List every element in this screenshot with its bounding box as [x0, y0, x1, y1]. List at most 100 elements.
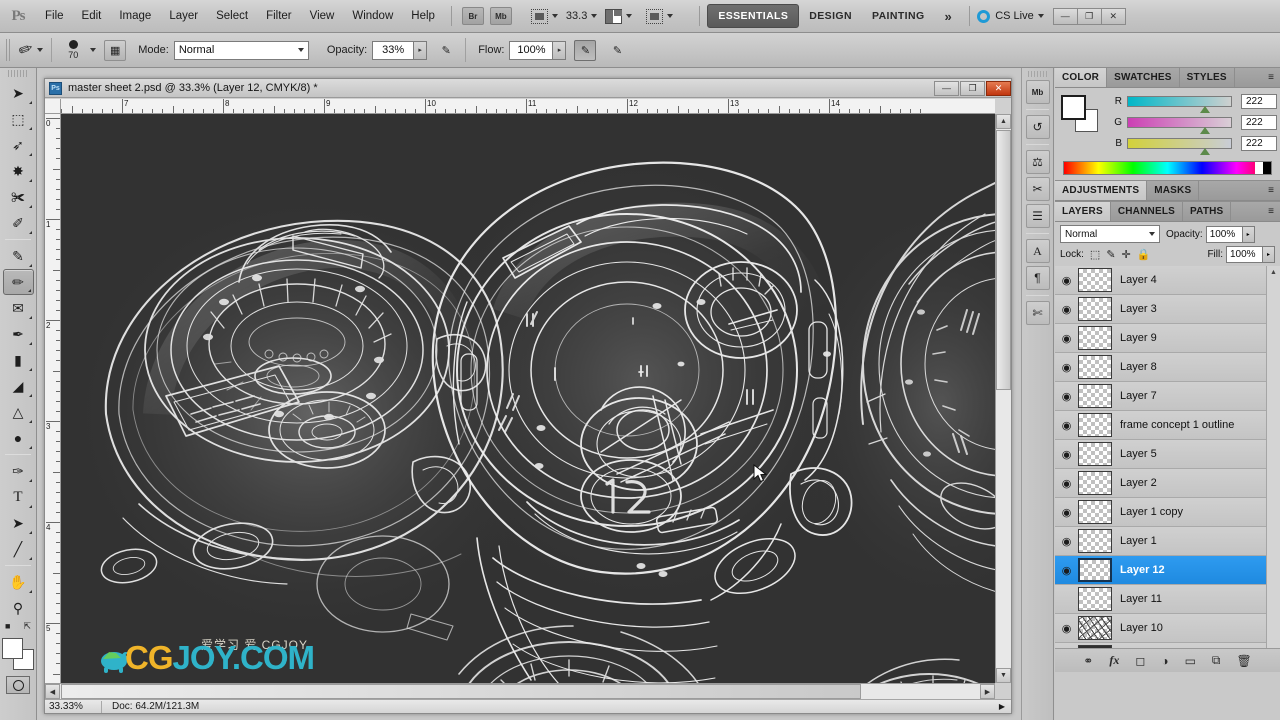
layer-thumbnail[interactable] — [1078, 616, 1112, 640]
layer-name[interactable]: Layer 1 copy — [1120, 506, 1183, 518]
paint-bucket-tool[interactable]: ◢ — [3, 373, 34, 399]
flow-input[interactable]: 100% — [509, 40, 554, 60]
layer-visibility-toggle-icon[interactable]: ◉ — [1055, 332, 1078, 345]
layer-visibility-toggle-icon[interactable]: ◉ — [1055, 274, 1078, 287]
layer-row[interactable]: ◉ frame concept 1 outline — [1055, 411, 1280, 440]
opacity-spinner[interactable]: ▸ — [414, 40, 428, 60]
layer-row[interactable]: ◉ Layer 7 — [1055, 382, 1280, 411]
layer-thumbnail[interactable] — [1078, 529, 1112, 553]
arrange-documents-control[interactable] — [597, 8, 633, 24]
screen-mode-control[interactable] — [636, 8, 674, 24]
foreground-color-swatch[interactable] — [2, 638, 23, 659]
slider-knob-r[interactable] — [1200, 106, 1210, 113]
opacity-control[interactable]: 33% ▸ — [372, 40, 428, 60]
scroll-right-arrow-icon[interactable]: ▶ — [980, 684, 995, 699]
canvas-horizontal-scrollbar[interactable]: ◀ ▶ — [45, 683, 995, 699]
tab-swatches[interactable]: SWATCHES — [1107, 68, 1180, 87]
layer-row[interactable]: ◉ Layer 4 — [1055, 266, 1280, 295]
layer-thumbnail[interactable] — [1078, 384, 1112, 408]
eraser-tool[interactable]: ▮ — [3, 347, 34, 373]
tab-paths[interactable]: PATHS — [1183, 202, 1232, 221]
blur-tool[interactable]: △ — [3, 399, 34, 425]
scroll-up-arrow-icon[interactable]: ▲ — [996, 114, 1011, 129]
dock-grip[interactable] — [1028, 71, 1047, 77]
layer-name[interactable]: Layer 1 — [1120, 535, 1157, 547]
layer-visibility-toggle-icon[interactable]: ◉ — [1055, 622, 1078, 635]
document-restore-button[interactable]: ❐ — [960, 80, 985, 96]
tab-styles[interactable]: STYLES — [1180, 68, 1235, 87]
path-selection-tool[interactable]: ➤ — [3, 510, 34, 536]
tool-presets-icon[interactable]: ✄ — [1025, 301, 1050, 325]
options-bar-grip[interactable] — [6, 39, 11, 61]
adjustments-panel-icon[interactable]: ⚖ — [1025, 150, 1050, 174]
color-spectrum-ramp[interactable] — [1063, 161, 1272, 175]
layer-name[interactable]: Layer 7 — [1120, 390, 1157, 402]
tablet-pressure-size-icon[interactable]: ✎ — [606, 40, 628, 61]
vertical-ruler[interactable]: 0 1 2 3 4 5 — [45, 114, 61, 683]
lock-position-icon[interactable]: ✛ — [1122, 248, 1131, 261]
app-minimize-button[interactable]: — — [1052, 7, 1078, 25]
layer-row[interactable]: Layer 11 — [1055, 585, 1280, 614]
lasso-tool[interactable]: ➶ — [3, 132, 34, 158]
workspace-tab-painting[interactable]: PAINTING — [862, 5, 935, 27]
layer-row[interactable]: ◉ Layer 2 — [1055, 469, 1280, 498]
layer-visibility-toggle-icon[interactable]: ◉ — [1055, 564, 1078, 577]
canvas-vertical-scrollbar[interactable]: ▲ ▼ — [995, 114, 1011, 683]
view-extras-control[interactable] — [521, 8, 558, 24]
workspace-tab-essentials[interactable]: ESSENTIALS — [707, 4, 800, 28]
new-fill-adjustment-layer-icon[interactable]: ◑ — [1161, 654, 1168, 668]
layer-name[interactable]: Layer 3 — [1120, 303, 1157, 315]
lock-transparent-pixels-icon[interactable]: ⬚ — [1090, 248, 1100, 261]
layer-visibility-toggle-icon[interactable]: ◉ — [1055, 506, 1078, 519]
toggle-brush-panel-button[interactable]: ▦ — [104, 39, 127, 61]
history-brush-tool[interactable]: ✒ — [3, 321, 34, 347]
dodge-tool[interactable]: ● — [3, 425, 34, 451]
crop-tool[interactable]: ✀ — [3, 184, 34, 210]
layer-row[interactable]: ◉ Layer 8 — [1055, 353, 1280, 382]
layer-row[interactable]: ◉ Layer 1 copy — [1055, 498, 1280, 527]
layer-visibility-toggle-icon[interactable]: ◉ — [1055, 535, 1078, 548]
new-group-icon[interactable]: ▭ — [1185, 654, 1196, 668]
layer-name[interactable]: Layer 8 — [1120, 361, 1157, 373]
vertical-scroll-thumb[interactable] — [996, 130, 1011, 390]
menu-window[interactable]: Window — [343, 6, 402, 26]
tab-color[interactable]: COLOR — [1055, 68, 1108, 87]
tools-panel-grip[interactable] — [8, 70, 28, 77]
layer-opacity-spinner[interactable]: ▸ — [1242, 225, 1255, 243]
layer-fill-spinner[interactable]: ▸ — [1263, 246, 1275, 263]
brush-preset-picker[interactable]: ✏ — [16, 38, 44, 61]
flow-control[interactable]: 100% ▸ — [509, 40, 567, 60]
layer-blend-mode-select[interactable]: Normal — [1060, 225, 1160, 243]
horizontal-type-tool[interactable]: T — [3, 484, 34, 510]
layer-thumbnail[interactable] — [1078, 413, 1112, 437]
workspace-overflow-icon[interactable]: » — [935, 4, 963, 29]
blend-mode-select[interactable]: Normal — [173, 40, 309, 60]
layer-thumbnail[interactable] — [1078, 268, 1112, 292]
eyedropper-tool[interactable]: ✐ — [3, 210, 34, 236]
color-panel-menu-icon[interactable]: ≡ — [1262, 68, 1280, 87]
color-panel-foreground-swatch[interactable] — [1061, 95, 1086, 120]
slider-value-b[interactable]: 222 — [1241, 136, 1277, 151]
layer-comps-icon[interactable]: ☰ — [1025, 204, 1050, 228]
color-panel-swatches[interactable] — [1061, 95, 1103, 132]
app-close-button[interactable]: ✕ — [1100, 7, 1126, 25]
foreground-background-colors[interactable] — [2, 638, 34, 670]
history-panel-icon[interactable]: ↺ — [1025, 115, 1050, 139]
menu-image[interactable]: Image — [110, 6, 160, 26]
layer-visibility-toggle-icon[interactable]: ◉ — [1055, 448, 1078, 461]
layer-thumbnail[interactable] — [1078, 558, 1112, 582]
app-restore-button[interactable]: ❐ — [1076, 7, 1102, 25]
layers-list-scrollbar[interactable]: ▲▼ — [1266, 266, 1280, 672]
link-layers-icon[interactable]: ⚭ — [1083, 654, 1093, 668]
layer-row[interactable]: ◉ Layer 9 — [1055, 324, 1280, 353]
menu-layer[interactable]: Layer — [160, 6, 207, 26]
layer-row[interactable]: ◉ Layer 12 — [1055, 556, 1280, 585]
layer-row[interactable]: ◉ Layer 1 — [1055, 527, 1280, 556]
delete-layer-icon[interactable]: 🗑 — [1236, 654, 1251, 668]
layer-name[interactable]: Layer 11 — [1120, 593, 1162, 605]
layer-name[interactable]: Layer 9 — [1120, 332, 1157, 344]
lock-image-pixels-icon[interactable]: ✎ — [1106, 248, 1115, 261]
menu-view[interactable]: View — [301, 6, 344, 26]
launch-mini-bridge-icon[interactable]: Mb — [489, 7, 512, 25]
horizontal-scroll-thumb[interactable] — [61, 684, 861, 699]
